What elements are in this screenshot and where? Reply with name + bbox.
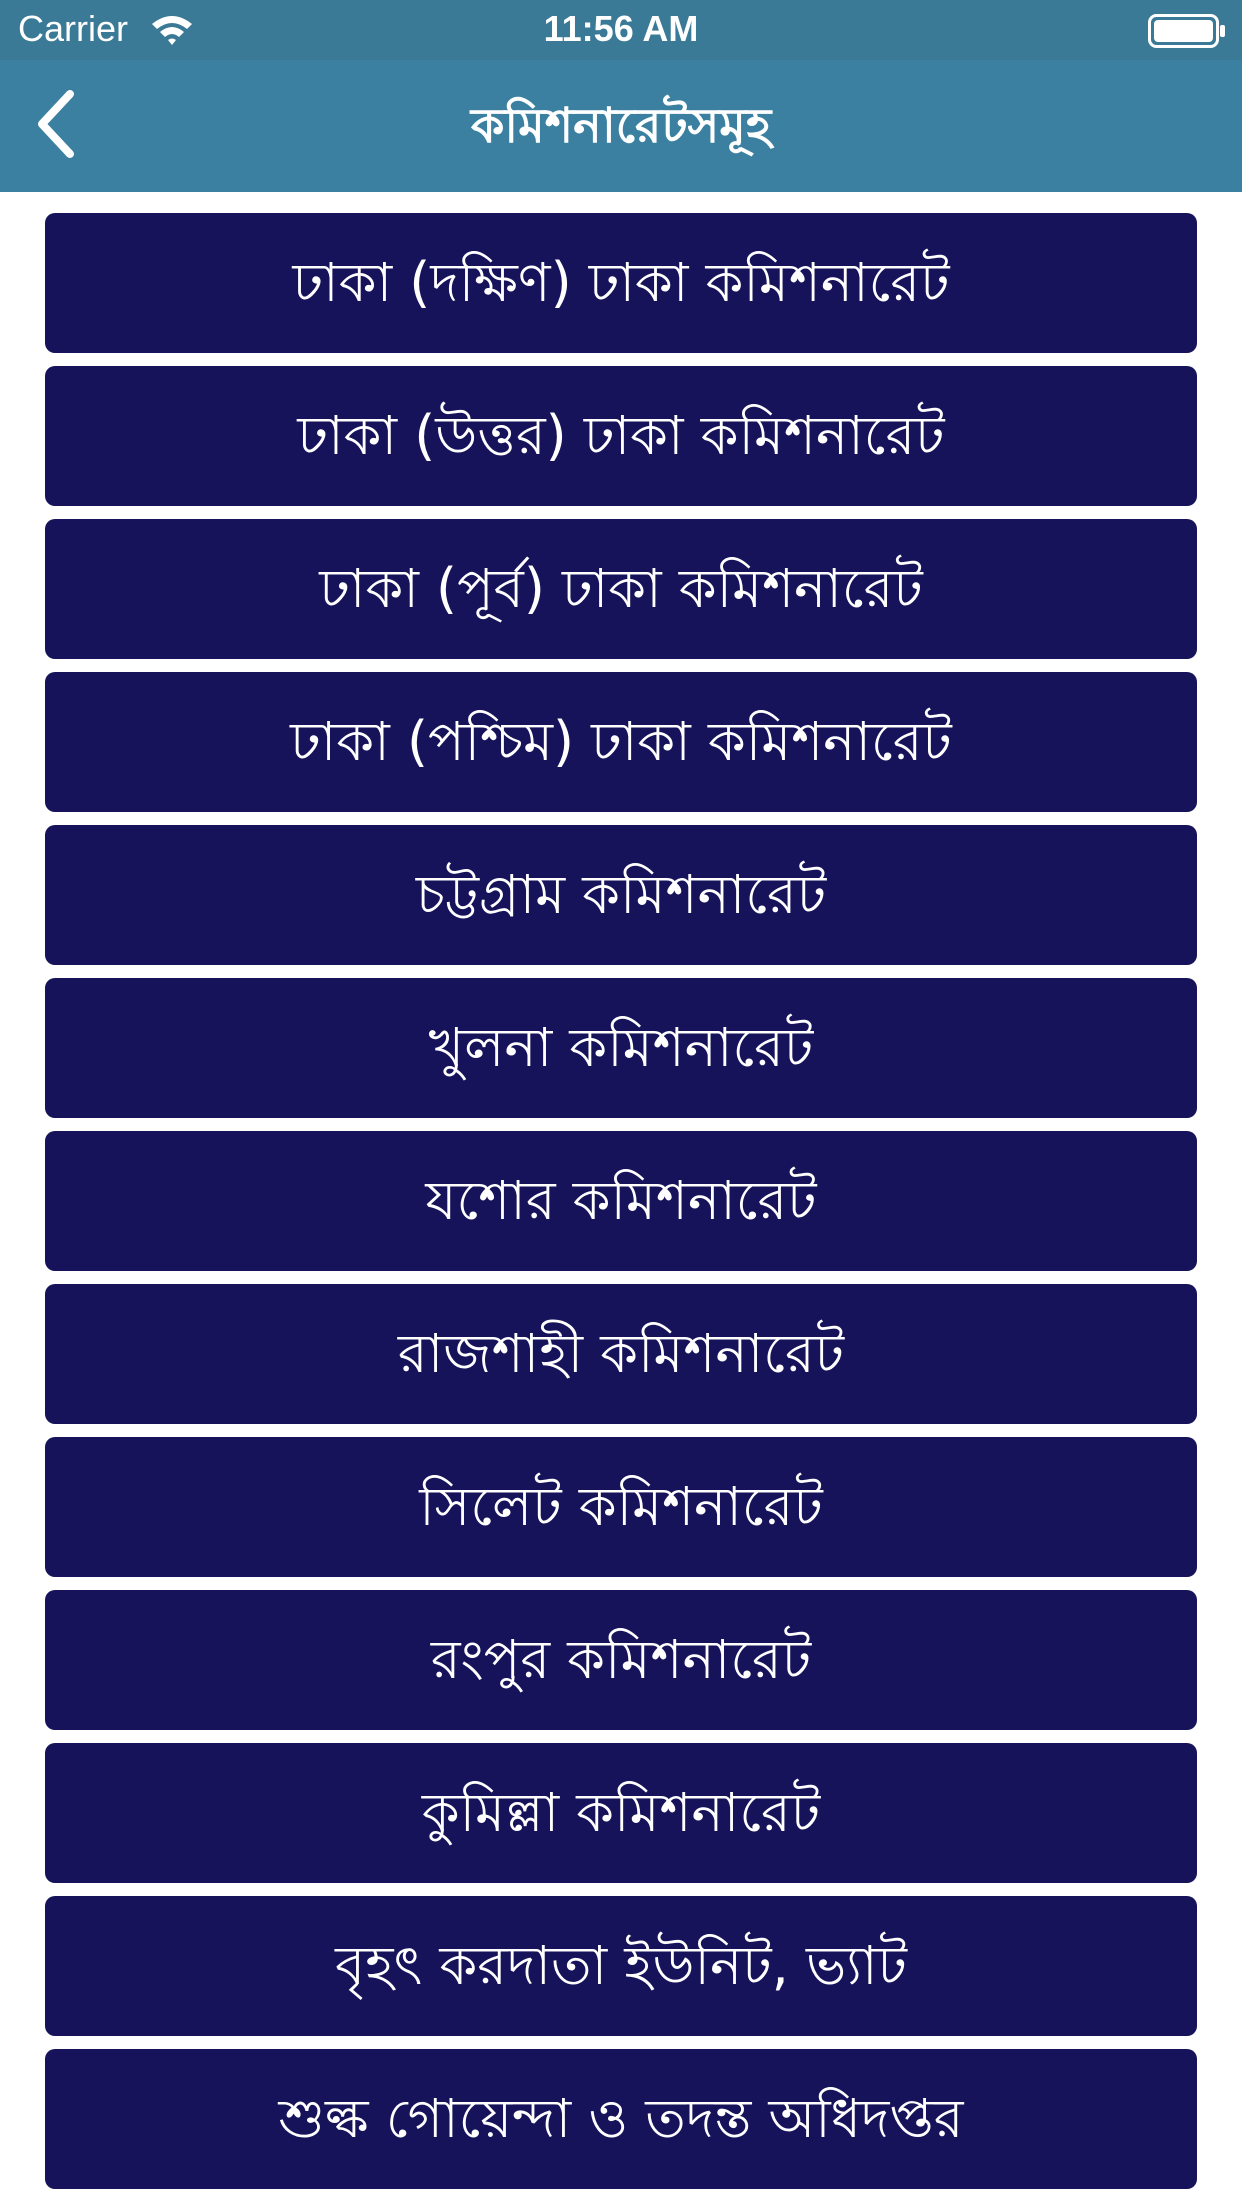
list-item-rajshahi[interactable]: রাজশাহী কমিশনারেট — [45, 1284, 1197, 1424]
list-item-dhaka-north[interactable]: ঢাকা (উত্তর) ঢাকা কমিশনারেট — [45, 366, 1197, 506]
page-title: কমিশনারেটসমূহ — [470, 98, 772, 154]
list-item-rangpur[interactable]: রংপুর কমিশনারেট — [45, 1590, 1197, 1730]
list-item-label: ঢাকা (পূর্ব) ঢাকা কমিশনারেট — [319, 557, 923, 620]
list-item-dhaka-east[interactable]: ঢাকা (পূর্ব) ঢাকা কমিশনারেট — [45, 519, 1197, 659]
navigation-bar: কমিশনারেটসমূহ — [0, 60, 1242, 192]
battery-full-icon — [1148, 14, 1226, 48]
list-item-label: রংপুর কমিশনারেট — [430, 1628, 812, 1691]
list-item-jashore[interactable]: যশোর কমিশনারেট — [45, 1131, 1197, 1271]
list-item-customs-intelligence[interactable]: শুল্ক গোয়েন্দা ও তদন্ত অধিদপ্তর — [45, 2049, 1197, 2189]
status-time: 11:56 AM — [543, 8, 699, 49]
list-item-large-taxpayer-unit[interactable]: বৃহৎ করদাতা ইউনিট, ভ্যাট — [45, 1896, 1197, 2036]
list-item-label: বৃহৎ করদাতা ইউনিট, ভ্যাট — [335, 1934, 907, 1997]
list-item-cumilla[interactable]: কুমিল্লা কমিশনারেট — [45, 1743, 1197, 1883]
list-item-sylhet[interactable]: সিলেট কমিশনারেট — [45, 1437, 1197, 1577]
list-item-dhaka-south[interactable]: ঢাকা (দক্ষিণ) ঢাকা কমিশনারেট — [45, 213, 1197, 353]
list-item-dhaka-west[interactable]: ঢাকা (পশ্চিম) ঢাকা কমিশনারেট — [45, 672, 1197, 812]
list-item-label: শুল্ক গোয়েন্দা ও তদন্ত অধিদপ্তর — [278, 2087, 964, 2150]
list-item-label: ঢাকা (পশ্চিম) ঢাকা কমিশনারেট — [290, 710, 952, 773]
list-item-label: রাজশাহী কমিশনারেট — [397, 1322, 845, 1385]
list-item-label: কুমিল্লা কমিশনারেট — [421, 1781, 821, 1844]
list-item-label: খুলনা কমিশনারেট — [428, 1016, 814, 1079]
list-item-label: সিলেট কমিশনারেট — [419, 1475, 823, 1538]
list-item-label: ঢাকা (দক্ষিণ) ঢাকা কমিশনারেট — [292, 251, 950, 314]
list-item-label: যশোর কমিশনারেট — [425, 1169, 817, 1232]
list-item-label: ঢাকা (উত্তর) ঢাকা কমিশনারেট — [297, 404, 945, 467]
list-item-chattogram[interactable]: চট্টগ্রাম কমিশনারেট — [45, 825, 1197, 965]
status-bar: Carrier 11:56 AM — [0, 0, 1242, 60]
back-button[interactable] — [20, 84, 100, 164]
list-item-label: চট্টগ্রাম কমিশনারেট — [415, 863, 827, 926]
chevron-left-icon — [38, 90, 74, 158]
list-item-khulna[interactable]: খুলনা কমিশনারেট — [45, 978, 1197, 1118]
